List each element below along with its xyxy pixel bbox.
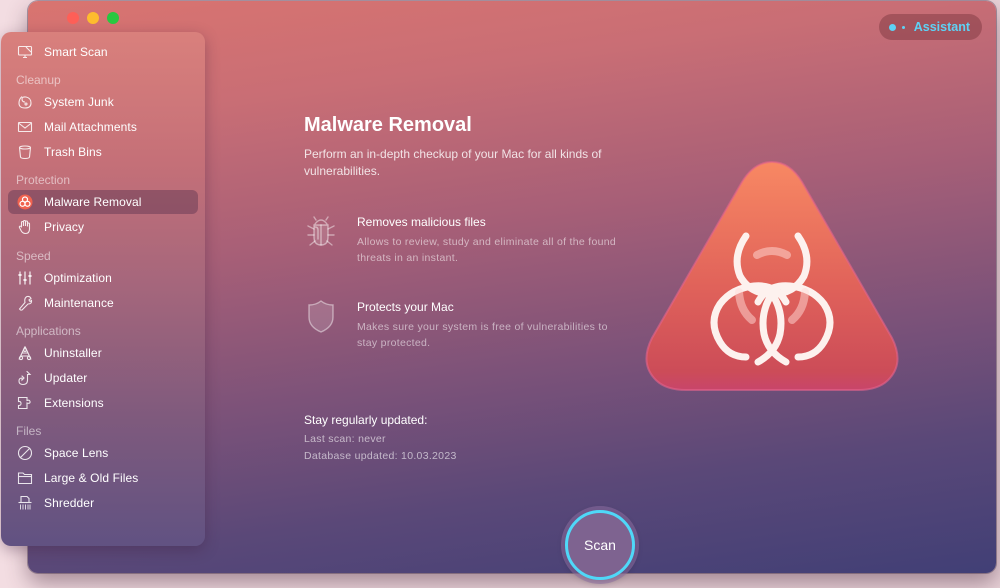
bug-icon [307, 216, 335, 246]
last-scan-text: Last scan: never [304, 433, 386, 445]
feature-title: Protects your Mac [357, 300, 454, 314]
zoom-window-button[interactable] [107, 12, 119, 24]
sidebar-item-extensions[interactable]: Extensions [8, 391, 198, 415]
sidebar-item-label: System Junk [44, 95, 114, 109]
sidebar-item-label: Trash Bins [44, 145, 102, 159]
assistant-small-dot-icon [901, 25, 905, 29]
sidebar-item-trash-bins[interactable]: Trash Bins [8, 140, 198, 164]
folder-icon [16, 469, 34, 487]
section-header-files: Files [16, 424, 42, 438]
assistant-button[interactable]: Assistant [878, 14, 982, 40]
updates-title: Stay regularly updated: [304, 413, 428, 427]
sidebar-item-label: Smart Scan [44, 45, 108, 59]
sidebar-item-smart-scan[interactable]: Smart Scan [8, 40, 198, 64]
app-uninstall-icon [16, 344, 34, 362]
sidebar-item-label: Privacy [44, 220, 85, 234]
section-header-speed: Speed [16, 249, 51, 263]
feature-description: Makes sure your system is free of vulner… [357, 321, 608, 349]
biohazard-triangle-icon [645, 160, 899, 391]
assistant-dot-icon [888, 23, 896, 31]
sidebar-item-label: Mail Attachments [44, 120, 137, 134]
scan-button-label: Scan [584, 537, 616, 553]
feature-title: Removes malicious files [357, 215, 486, 229]
section-header-cleanup: Cleanup [16, 73, 61, 87]
sidebar-item-label: Large & Old Files [44, 471, 139, 485]
sidebar: Smart Scan Cleanup System Junk Mail Atta… [1, 32, 205, 546]
sidebar-item-label: Maintenance [44, 296, 114, 310]
sidebar-item-optimization[interactable]: Optimization [8, 266, 198, 290]
window-controls [67, 12, 119, 24]
section-header-applications: Applications [16, 324, 81, 338]
page-subtitle: Perform an in-depth checkup of your Mac … [304, 147, 602, 178]
sidebar-item-large-old-files[interactable]: Large & Old Files [8, 466, 198, 490]
sidebar-item-label: Space Lens [44, 446, 109, 460]
sidebar-item-label: Malware Removal [44, 195, 142, 209]
biohazard-icon [16, 193, 34, 211]
page-title: Malware Removal [304, 114, 472, 136]
shield-icon [308, 300, 334, 333]
wrench-icon [16, 294, 34, 312]
planet-icon [16, 444, 34, 462]
database-updated-text: Database updated: 10.03.2023 [304, 450, 457, 462]
shredder-icon [16, 494, 34, 512]
minimize-window-button[interactable] [87, 12, 99, 24]
sidebar-item-privacy[interactable]: Privacy [8, 215, 198, 239]
close-window-button[interactable] [67, 12, 79, 24]
sliders-icon [16, 269, 34, 287]
display-icon [16, 43, 34, 61]
sidebar-item-mail-attachments[interactable]: Mail Attachments [8, 115, 198, 139]
sidebar-item-shredder[interactable]: Shredder [8, 491, 198, 515]
section-header-protection: Protection [16, 173, 71, 187]
sidebar-item-label: Updater [44, 371, 88, 385]
sidebar-item-malware-removal[interactable]: Malware Removal [8, 190, 198, 214]
sidebar-item-label: Shredder [44, 496, 95, 510]
assistant-label: Assistant [913, 20, 970, 34]
scan-button[interactable]: Scan [565, 510, 635, 580]
sidebar-item-label: Uninstaller [44, 346, 102, 360]
sidebar-item-updater[interactable]: Updater [8, 366, 198, 390]
hand-icon [16, 218, 34, 236]
sidebar-item-label: Extensions [44, 396, 104, 410]
envelope-icon [16, 118, 34, 136]
sidebar-item-label: Optimization [44, 271, 112, 285]
disk-icon [16, 93, 34, 111]
sidebar-item-space-lens[interactable]: Space Lens [8, 441, 198, 465]
sidebar-item-uninstaller[interactable]: Uninstaller [8, 341, 198, 365]
bin-icon [16, 143, 34, 161]
puzzle-icon [16, 394, 34, 412]
feature-description: Allows to review, study and eliminate al… [357, 236, 617, 264]
sidebar-item-system-junk[interactable]: System Junk [8, 90, 198, 114]
update-arrow-icon [16, 369, 34, 387]
sidebar-item-maintenance[interactable]: Maintenance [8, 291, 198, 315]
